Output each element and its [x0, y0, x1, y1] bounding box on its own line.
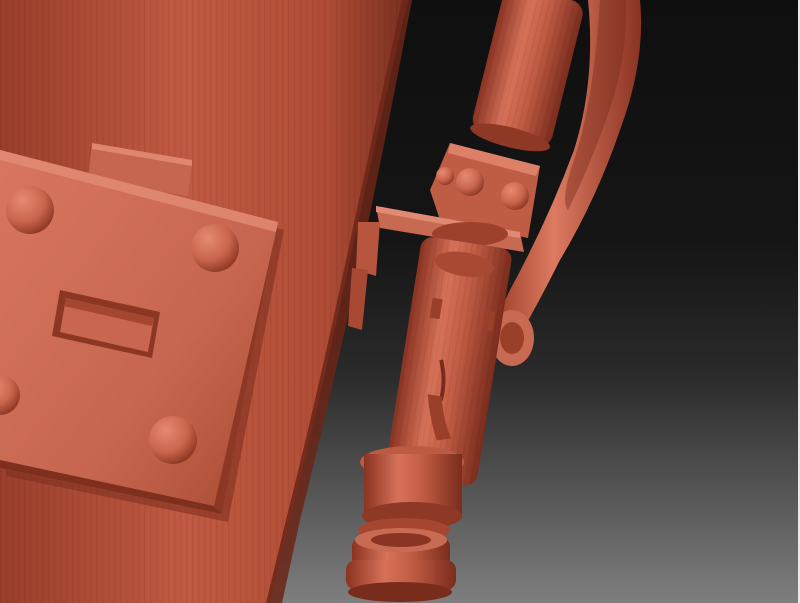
- rivet-icon: [6, 186, 54, 234]
- sculpt-viewport[interactable]: [0, 0, 800, 603]
- rivet-icon: [191, 224, 239, 272]
- upper-cylinder: [470, 0, 583, 152]
- lower-fitting: [346, 446, 464, 602]
- rivet-icon: [149, 416, 197, 464]
- scene-render: [0, 0, 642, 603]
